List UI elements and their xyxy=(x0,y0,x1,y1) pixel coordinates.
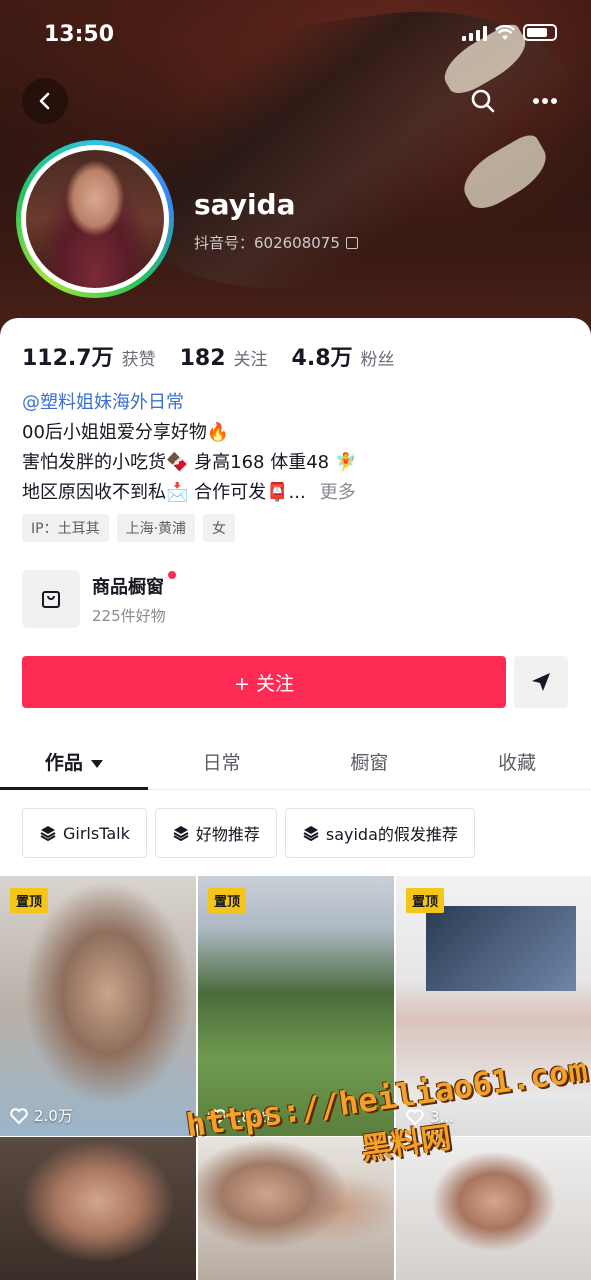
collection-chips: GirlsTalk 好物推荐 sayida的假发推荐 xyxy=(22,808,475,858)
douyin-id-text: 抖音号：602608075 xyxy=(194,234,340,252)
tab-daily[interactable]: 日常 xyxy=(148,736,296,789)
bio-line: 00后小姐姐爱分享好物🔥 xyxy=(22,422,230,443)
profile-stats: 112.7万 获赞 182 关注 4.8万 粉丝 xyxy=(22,340,395,372)
search-button[interactable] xyxy=(460,78,506,124)
profile-tags: IP：土耳其 上海·黄浦 女 xyxy=(22,514,236,542)
collection-chip[interactable]: sayida的假发推荐 xyxy=(284,808,475,858)
stat-followers[interactable]: 4.8万 粉丝 xyxy=(292,340,395,372)
bio-line: 害怕发胖的小吃货🍫 身高168 体重48 🧚 xyxy=(22,452,358,473)
tab-shop-window[interactable]: 橱窗 xyxy=(296,736,444,789)
shopping-bag-icon xyxy=(22,570,80,628)
more-options-button[interactable] xyxy=(522,78,568,124)
status-bar: 13:50 xyxy=(0,18,591,54)
pinned-badge: 置顶 xyxy=(406,888,445,913)
caret-down-icon xyxy=(90,759,103,768)
stack-icon xyxy=(40,826,56,842)
ip-location-tag: IP：土耳其 xyxy=(22,514,109,542)
search-icon xyxy=(471,89,495,113)
avatar-image xyxy=(26,150,164,288)
shop-subtitle: 225件好物 xyxy=(92,606,166,625)
shop-window-entry[interactable]: 商品橱窗 225件好物 xyxy=(22,570,176,628)
tab-favorites[interactable]: 收藏 xyxy=(443,736,591,789)
like-count: 2.0万 xyxy=(10,1105,73,1126)
stack-icon xyxy=(303,826,319,842)
stat-following[interactable]: 182 关注 xyxy=(180,345,268,371)
video-thumbnail[interactable]: 置顶 2.0万 xyxy=(0,876,196,1136)
pinned-badge: 置顶 xyxy=(208,888,247,913)
battery-icon xyxy=(523,24,557,41)
gender-tag: 女 xyxy=(203,514,236,542)
bio-mention-link[interactable]: @塑料姐妹海外日常 xyxy=(22,388,357,418)
collection-chip[interactable]: GirlsTalk xyxy=(22,808,147,858)
send-icon xyxy=(532,673,550,691)
chevron-left-icon xyxy=(39,92,50,110)
shop-title: 商品橱窗 xyxy=(92,576,164,598)
pinned-badge: 置顶 xyxy=(10,888,49,913)
status-time: 13:50 xyxy=(44,22,115,47)
avatar[interactable] xyxy=(16,140,174,298)
profile-header-background: 13:50 sayida 抖音号：602608075 xyxy=(0,0,591,340)
signal-icon xyxy=(462,25,487,41)
ellipsis-icon xyxy=(533,98,557,104)
copy-icon[interactable] xyxy=(345,236,358,249)
wifi-icon xyxy=(495,24,515,40)
collection-chip[interactable]: 好物推荐 xyxy=(154,808,277,858)
notification-dot xyxy=(167,570,176,579)
content-tabs: 作品 日常 橱窗 收藏 xyxy=(0,736,591,790)
tab-works[interactable]: 作品 xyxy=(0,736,148,790)
bio-more-link[interactable]: 更多 xyxy=(320,482,356,503)
douyin-id[interactable]: 抖音号：602608075 xyxy=(194,232,358,253)
bio-line-last: 地区原因收不到私📩 合作可发📮... 更多 xyxy=(22,482,356,503)
city-tag[interactable]: 上海·黄浦 xyxy=(116,514,196,542)
back-button[interactable] xyxy=(22,78,68,124)
stack-icon xyxy=(173,826,189,842)
profile-bio: @塑料姐妹海外日常 00后小姐姐爱分享好物🔥 害怕发胖的小吃货🍫 身高168 体… xyxy=(22,388,357,508)
share-button[interactable] xyxy=(514,656,568,708)
heart-icon xyxy=(10,1107,28,1124)
follow-button[interactable]: + 关注 xyxy=(22,656,506,708)
video-thumbnail[interactable] xyxy=(0,1137,196,1280)
profile-nickname: sayida xyxy=(194,188,296,221)
stat-likes[interactable]: 112.7万 获赞 xyxy=(22,340,156,372)
